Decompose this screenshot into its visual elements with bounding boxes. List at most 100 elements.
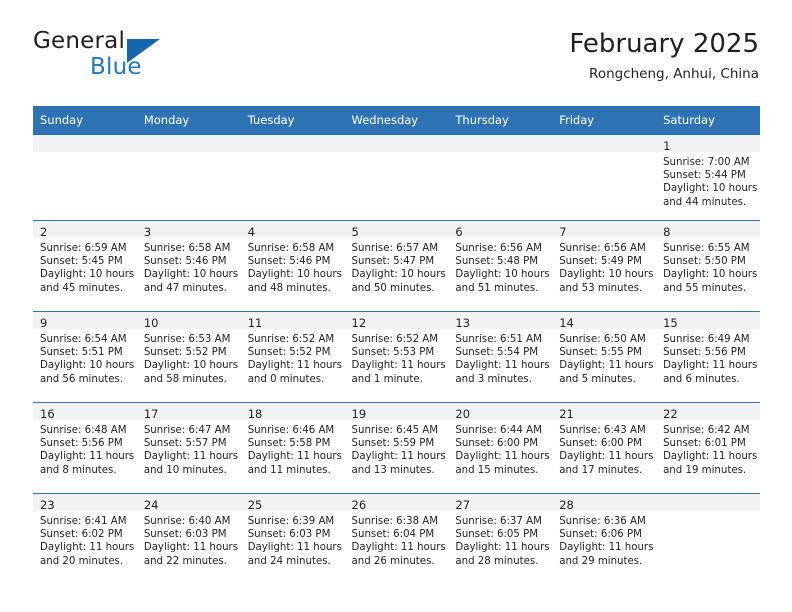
calendar-day-cell[interactable]: 11 Sunrise: 6:52 AM Sunset: 5:52 PM Dayligh… bbox=[240, 311, 345, 403]
day-number: 7 bbox=[559, 225, 567, 239]
calendar-day-cell[interactable]: 21 Sunrise: 6:43 AM Sunset: 6:00 PM Dayligh… bbox=[552, 402, 657, 494]
calendar-day-cell[interactable]: 9 Sunrise: 6:54 AM Sunset: 5:51 PM Daylight… bbox=[33, 311, 137, 403]
day-number: 4 bbox=[247, 225, 256, 239]
calendar-day-cell[interactable]: 28 Sunrise: 6:36 AM Sunset: 6:06 PM Dayligh… bbox=[552, 493, 657, 584]
calendar-day-cell[interactable]: 10 Sunrise: 6:53 AM Sunset: 5:52 PM Dayligh… bbox=[136, 311, 241, 403]
day-number: 21 bbox=[559, 407, 574, 421]
day-number-band: 11 bbox=[240, 312, 345, 330]
calendar-day-cell[interactable]: 14 Sunrise: 6:50 AM Sunset: 5:55 PM Dayligh… bbox=[552, 311, 657, 403]
sunrise-time: Sunrise: 6:50 AM bbox=[559, 334, 646, 345]
sunrise-time: Sunrise: 7:00 AM bbox=[663, 157, 750, 168]
calendar-day-cell[interactable]: 19 Sunrise: 6:45 AM Sunset: 5:59 PM Dayligh… bbox=[344, 402, 449, 494]
calendar-day-cell[interactable]: 4 Sunrise: 6:58 AM Sunset: 5:46 PM Daylight… bbox=[240, 220, 345, 312]
calendar-day-cell[interactable]: 18 Sunrise: 6:46 AM Sunset: 5:58 PM Dayligh… bbox=[240, 402, 345, 494]
day-number: 11 bbox=[247, 316, 263, 330]
day-number: 22 bbox=[663, 407, 678, 421]
calendar-day-cell[interactable]: 5 Sunrise: 6:57 AM Sunset: 5:47 PM Daylight… bbox=[344, 220, 449, 312]
calendar-day-cell[interactable]: 12 Sunrise: 6:52 AM Sunset: 5:53 PM Dayligh… bbox=[344, 311, 449, 403]
day-number: 13 bbox=[455, 316, 471, 330]
day-number-band: 22 bbox=[656, 403, 760, 421]
day-details: Sunrise: 6:38 AM Sunset: 6:04 PM Daylight:… bbox=[345, 511, 449, 568]
calendar-day-cell[interactable]: 3 Sunrise: 6:58 AM Sunset: 5:46 PM Daylight… bbox=[136, 220, 241, 312]
calendar-day-cell[interactable]: 26 Sunrise: 6:38 AM Sunset: 6:04 PM Dayligh… bbox=[344, 493, 449, 584]
day-details: Sunrise: 6:42 AM Sunset: 6:01 PM Daylight:… bbox=[656, 420, 760, 477]
daylight-duration-line2: and 1 minute. bbox=[351, 373, 423, 385]
calendar-day-cell[interactable]: 25 Sunrise: 6:39 AM Sunset: 6:03 PM Dayligh… bbox=[240, 493, 345, 584]
daylight-duration-line1: Daylight: 11 hours bbox=[455, 451, 550, 463]
day-number: 26 bbox=[351, 498, 367, 512]
day-number: 15 bbox=[663, 316, 678, 330]
day-number-band: 21 bbox=[552, 403, 657, 421]
day-details: Sunrise: 6:59 AM Sunset: 5:45 PM Daylight:… bbox=[33, 238, 137, 295]
day-number-band bbox=[344, 135, 449, 152]
daylight-duration-line2: and 50 minutes. bbox=[351, 282, 435, 294]
day-details: Sunrise: 6:45 AM Sunset: 5:59 PM Daylight:… bbox=[345, 420, 449, 477]
day-details: Sunrise: 6:49 AM Sunset: 5:56 PM Daylight:… bbox=[656, 329, 760, 386]
calendar-day-cell-empty bbox=[240, 134, 345, 221]
day-number-band: 26 bbox=[344, 494, 449, 512]
calendar-grid: Sunday Monday Tuesday Wednesday Thursday… bbox=[33, 106, 760, 584]
sunset-time: Sunset: 6:04 PM bbox=[351, 529, 435, 541]
day-number: 25 bbox=[247, 498, 263, 512]
daylight-duration-line1: Daylight: 11 hours bbox=[663, 360, 758, 372]
page-header: General Blue February 2025 Rongcheng, An… bbox=[33, 28, 759, 90]
daylight-duration-line2: and 53 minutes. bbox=[559, 282, 643, 294]
day-number: 10 bbox=[143, 316, 159, 330]
sunrise-time: Sunrise: 6:39 AM bbox=[247, 516, 335, 527]
day-details: Sunrise: 6:40 AM Sunset: 6:03 PM Daylight:… bbox=[137, 511, 241, 568]
calendar-day-cell[interactable]: 7 Sunrise: 6:56 AM Sunset: 5:49 PM Daylight… bbox=[552, 220, 657, 312]
calendar-day-cell[interactable]: 24 Sunrise: 6:40 AM Sunset: 6:03 PM Dayligh… bbox=[136, 493, 241, 584]
daylight-duration-line1: Daylight: 10 hours bbox=[663, 269, 758, 281]
sunset-time: Sunset: 6:00 PM bbox=[559, 438, 642, 450]
calendar-day-cell[interactable]: 17 Sunrise: 6:47 AM Sunset: 5:57 PM Dayligh… bbox=[136, 402, 241, 494]
day-number: 17 bbox=[143, 407, 159, 421]
sunset-time: Sunset: 6:03 PM bbox=[247, 529, 331, 541]
daylight-duration-line1: Daylight: 11 hours bbox=[559, 451, 654, 463]
sunrise-time: Sunrise: 6:53 AM bbox=[143, 334, 231, 345]
calendar-day-cell[interactable]: 23 Sunrise: 6:41 AM Sunset: 6:02 PM Dayligh… bbox=[33, 493, 137, 584]
calendar-page: General Blue February 2025 Rongcheng, An… bbox=[0, 0, 792, 612]
calendar-day-cell[interactable]: 8 Sunrise: 6:55 AM Sunset: 5:50 PM Daylight… bbox=[656, 220, 760, 312]
sunrise-time: Sunrise: 6:43 AM bbox=[559, 425, 646, 436]
sunrise-time: Sunrise: 6:56 AM bbox=[559, 243, 646, 254]
sunset-time: Sunset: 5:49 PM bbox=[559, 256, 642, 268]
daylight-duration-line2: and 19 minutes. bbox=[663, 464, 747, 476]
sunset-time: Sunset: 5:51 PM bbox=[40, 347, 123, 359]
day-details: Sunrise: 6:37 AM Sunset: 6:05 PM Daylight:… bbox=[448, 511, 552, 568]
page-title: February 2025 bbox=[569, 29, 759, 59]
sunset-time: Sunset: 6:05 PM bbox=[455, 529, 539, 541]
weekday-header-sunday: Sunday bbox=[33, 106, 137, 135]
day-details: Sunrise: 6:58 AM Sunset: 5:46 PM Daylight:… bbox=[241, 238, 345, 295]
daylight-duration-line2: and 24 minutes. bbox=[247, 555, 331, 567]
sunrise-time: Sunrise: 6:46 AM bbox=[247, 425, 335, 436]
daylight-duration-line2: and 3 minutes. bbox=[455, 373, 532, 385]
day-number-band: 6 bbox=[448, 221, 553, 239]
day-number-band: 23 bbox=[33, 494, 137, 512]
calendar-day-cell[interactable]: 27 Sunrise: 6:37 AM Sunset: 6:05 PM Dayligh… bbox=[448, 493, 553, 584]
day-details: Sunrise: 6:52 AM Sunset: 5:53 PM Daylight:… bbox=[345, 329, 449, 386]
daylight-duration-line2: and 13 minutes. bbox=[351, 464, 435, 476]
calendar-day-cell[interactable]: 22 Sunrise: 6:42 AM Sunset: 6:01 PM Dayligh… bbox=[656, 402, 760, 494]
daylight-duration-line1: Daylight: 11 hours bbox=[455, 360, 550, 372]
calendar-day-cell[interactable]: 20 Sunrise: 6:44 AM Sunset: 6:00 PM Dayligh… bbox=[448, 402, 553, 494]
day-details: Sunrise: 6:57 AM Sunset: 5:47 PM Daylight:… bbox=[345, 238, 449, 295]
calendar-day-cell[interactable]: 13 Sunrise: 6:51 AM Sunset: 5:54 PM Dayligh… bbox=[448, 311, 553, 403]
calendar-day-cell[interactable]: 16 Sunrise: 6:48 AM Sunset: 5:56 PM Dayligh… bbox=[33, 402, 137, 494]
calendar-day-cell[interactable]: 2 Sunrise: 6:59 AM Sunset: 5:45 PM Daylight… bbox=[33, 220, 137, 312]
sunset-time: Sunset: 6:02 PM bbox=[40, 529, 123, 541]
day-number: 2 bbox=[40, 225, 48, 239]
daylight-duration-line1: Daylight: 11 hours bbox=[351, 542, 446, 554]
calendar-header-row: Sunday Monday Tuesday Wednesday Thursday… bbox=[33, 106, 760, 135]
daylight-duration-line2: and 26 minutes. bbox=[351, 555, 435, 567]
daylight-duration-line2: and 15 minutes. bbox=[455, 464, 539, 476]
general-blue-logo[interactable]: General Blue bbox=[33, 28, 243, 84]
weekday-header-saturday: Saturday bbox=[656, 106, 760, 135]
daylight-duration-line1: Daylight: 11 hours bbox=[40, 451, 135, 463]
daylight-duration-line1: Daylight: 11 hours bbox=[247, 360, 342, 372]
day-number-band: 13 bbox=[448, 312, 553, 330]
daylight-duration-line1: Daylight: 11 hours bbox=[559, 360, 654, 372]
calendar-day-cell[interactable]: 1 Sunrise: 7:00 AM Sunset: 5:44 PM Daylight… bbox=[656, 134, 760, 221]
calendar-day-cell[interactable]: 15 Sunrise: 6:49 AM Sunset: 5:56 PM Dayligh… bbox=[656, 311, 760, 403]
daylight-duration-line2: and 45 minutes. bbox=[40, 282, 124, 294]
calendar-day-cell[interactable]: 6 Sunrise: 6:56 AM Sunset: 5:48 PM Daylight… bbox=[448, 220, 553, 312]
